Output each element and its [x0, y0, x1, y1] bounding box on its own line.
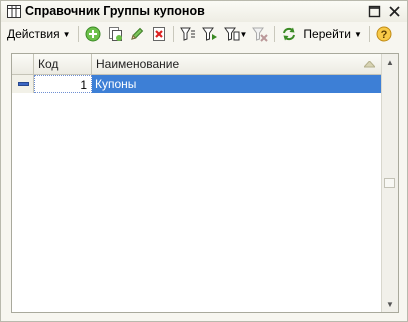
add-icon: [85, 26, 100, 42]
help-button[interactable]: ?: [374, 24, 394, 44]
add-button[interactable]: [83, 24, 103, 44]
delete-icon: [152, 27, 165, 41]
actions-menu-label: Действия: [7, 27, 60, 41]
filter-clear-icon: [252, 27, 269, 42]
scroll-down-icon[interactable]: ▼: [382, 296, 398, 312]
table-header: Код Наименование: [12, 54, 381, 75]
maximize-icon[interactable]: [368, 5, 381, 18]
column-header-code[interactable]: Код: [34, 54, 92, 74]
copy-icon: [108, 27, 122, 41]
window-title: Справочник Группы купонов: [25, 4, 205, 18]
refresh-button[interactable]: [279, 24, 299, 44]
chevron-down-icon: ▼: [62, 29, 71, 39]
filter-clear-button[interactable]: [250, 24, 270, 44]
copy-button[interactable]: [105, 24, 125, 44]
sort-ascending-icon: [364, 61, 375, 68]
title-bar: Справочник Группы купонов: [1, 1, 407, 22]
column-header-label: Код: [38, 57, 59, 71]
table-row[interactable]: 1 Купоны: [12, 75, 381, 93]
catalog-table[interactable]: Код Наименование 1 Купоны ▲ ▼: [11, 53, 399, 313]
vertical-scrollbar[interactable]: ▲ ▼: [381, 54, 398, 312]
toolbar-divider: [172, 26, 174, 42]
toolbar-divider: [368, 26, 370, 42]
filter-set-icon: [179, 27, 195, 41]
toolbar: Действия ▼ ▼ Перейти ▼ ?: [1, 23, 407, 45]
catalog-window: Справочник Группы купонов Действия ▼ ▼ П…: [0, 0, 408, 322]
goto-menu-button[interactable]: Перейти ▼: [300, 24, 365, 44]
filter-by-value-button[interactable]: [200, 24, 220, 44]
code-cell[interactable]: 1: [34, 75, 92, 93]
filter-history-button[interactable]: [222, 24, 242, 44]
goto-menu-label: Перейти: [303, 27, 351, 41]
filter-history-icon: [223, 27, 239, 41]
edit-icon: [130, 27, 143, 40]
filter-set-button[interactable]: [178, 24, 198, 44]
edit-button[interactable]: [127, 24, 147, 44]
chevron-down-icon: ▼: [353, 29, 362, 39]
row-marker: [12, 75, 34, 93]
scroll-up-icon[interactable]: ▲: [382, 54, 398, 70]
chevron-down-icon[interactable]: ▼: [240, 30, 248, 39]
close-icon[interactable]: [388, 5, 401, 18]
svg-text:?: ?: [381, 29, 388, 41]
toolbar-divider: [274, 26, 276, 42]
scroll-thumb[interactable]: [384, 178, 395, 188]
row-status-icon: [18, 82, 29, 86]
filter-by-value-icon: [201, 27, 217, 41]
toolbar-divider: [77, 26, 79, 42]
actions-menu-button[interactable]: Действия ▼: [1, 24, 75, 44]
help-icon: ?: [376, 26, 392, 42]
column-header-name[interactable]: Наименование: [92, 54, 381, 74]
table-icon: [7, 5, 21, 18]
delete-button[interactable]: [149, 24, 169, 44]
row-marker-header: [12, 54, 34, 74]
refresh-icon: [283, 27, 296, 41]
name-cell[interactable]: Купоны: [92, 75, 381, 93]
column-header-label: Наименование: [96, 57, 180, 71]
